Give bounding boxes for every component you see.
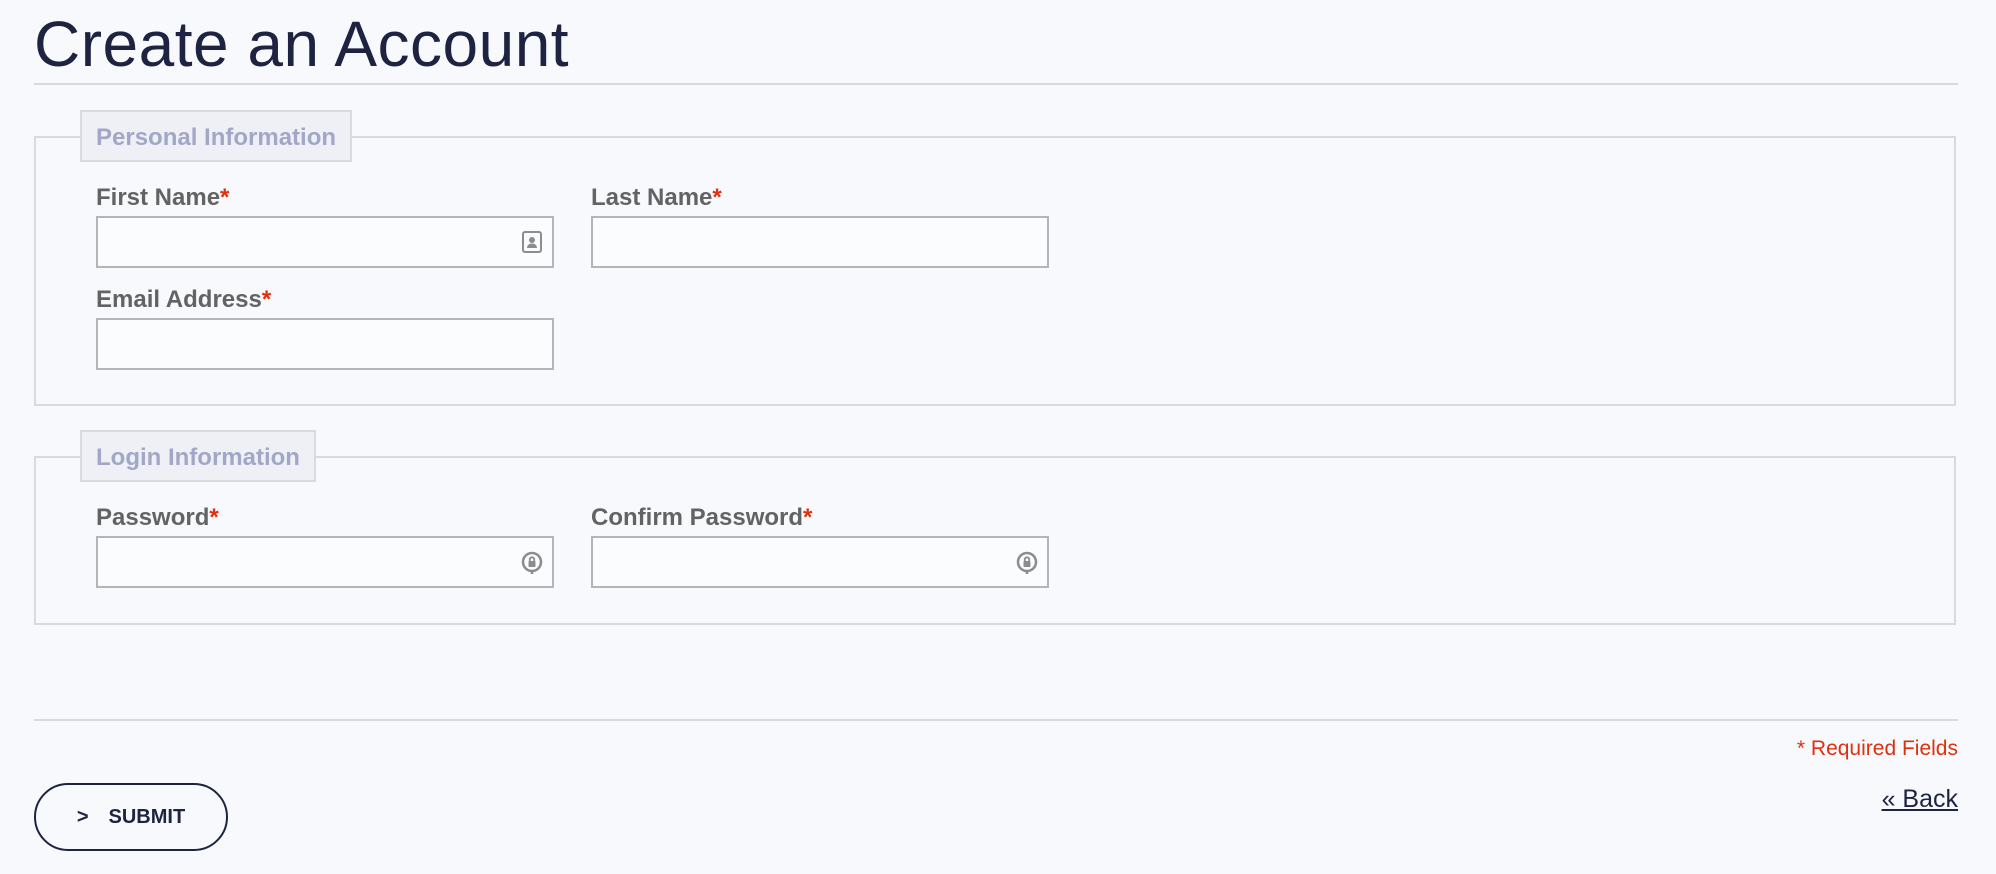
required-asterisk: * bbox=[803, 504, 813, 531]
password-label-text: Password bbox=[96, 504, 210, 531]
required-asterisk: * bbox=[261, 286, 272, 313]
back-link[interactable]: « Back bbox=[1882, 785, 1958, 814]
email-address-field[interactable] bbox=[96, 318, 554, 370]
submit-button[interactable]: > SUBMIT bbox=[34, 783, 228, 851]
required-asterisk: * bbox=[220, 184, 230, 211]
last-name-label: Last Name* bbox=[591, 184, 722, 212]
email-address-label-text: Email Address bbox=[96, 286, 262, 313]
required-asterisk: * bbox=[712, 184, 722, 211]
password-key-icon[interactable] bbox=[1015, 550, 1039, 574]
confirm-password-label-text: Confirm Password bbox=[591, 504, 804, 531]
required-fields-note: * Required Fields bbox=[1796, 737, 1958, 760]
page-title: Create an Account bbox=[34, 8, 570, 80]
last-name-label-text: Last Name bbox=[591, 184, 713, 211]
confirm-password-field[interactable] bbox=[591, 536, 1049, 588]
password-field[interactable] bbox=[96, 536, 554, 588]
email-address-input[interactable] bbox=[98, 320, 552, 368]
personal-information-legend: Personal Information bbox=[80, 110, 353, 162]
footer-divider bbox=[34, 719, 1958, 721]
submit-arrow-icon: > bbox=[76, 805, 89, 828]
first-name-input[interactable] bbox=[98, 218, 552, 266]
title-divider bbox=[34, 83, 1958, 85]
login-information-legend: Login Information bbox=[80, 430, 316, 482]
first-name-label: First Name* bbox=[96, 184, 229, 212]
last-name-input[interactable] bbox=[593, 218, 1047, 266]
confirm-password-label: Confirm Password* bbox=[591, 504, 812, 532]
first-name-field[interactable] bbox=[96, 216, 554, 268]
confirm-password-input[interactable] bbox=[593, 538, 1047, 586]
password-label: Password* bbox=[96, 504, 219, 532]
email-address-label: Email Address* bbox=[96, 286, 271, 314]
password-key-icon[interactable] bbox=[520, 550, 544, 574]
last-name-field[interactable] bbox=[591, 216, 1049, 268]
first-name-label-text: First Name bbox=[96, 184, 221, 211]
required-asterisk: * bbox=[209, 504, 219, 531]
password-input[interactable] bbox=[98, 538, 552, 586]
contact-card-icon[interactable] bbox=[520, 230, 544, 254]
login-information-fieldset: Login Information Password* Confirm Pass… bbox=[34, 430, 1956, 625]
personal-information-fieldset: Personal Information First Name* Last Na… bbox=[34, 110, 1956, 406]
submit-button-label: SUBMIT bbox=[108, 805, 186, 828]
